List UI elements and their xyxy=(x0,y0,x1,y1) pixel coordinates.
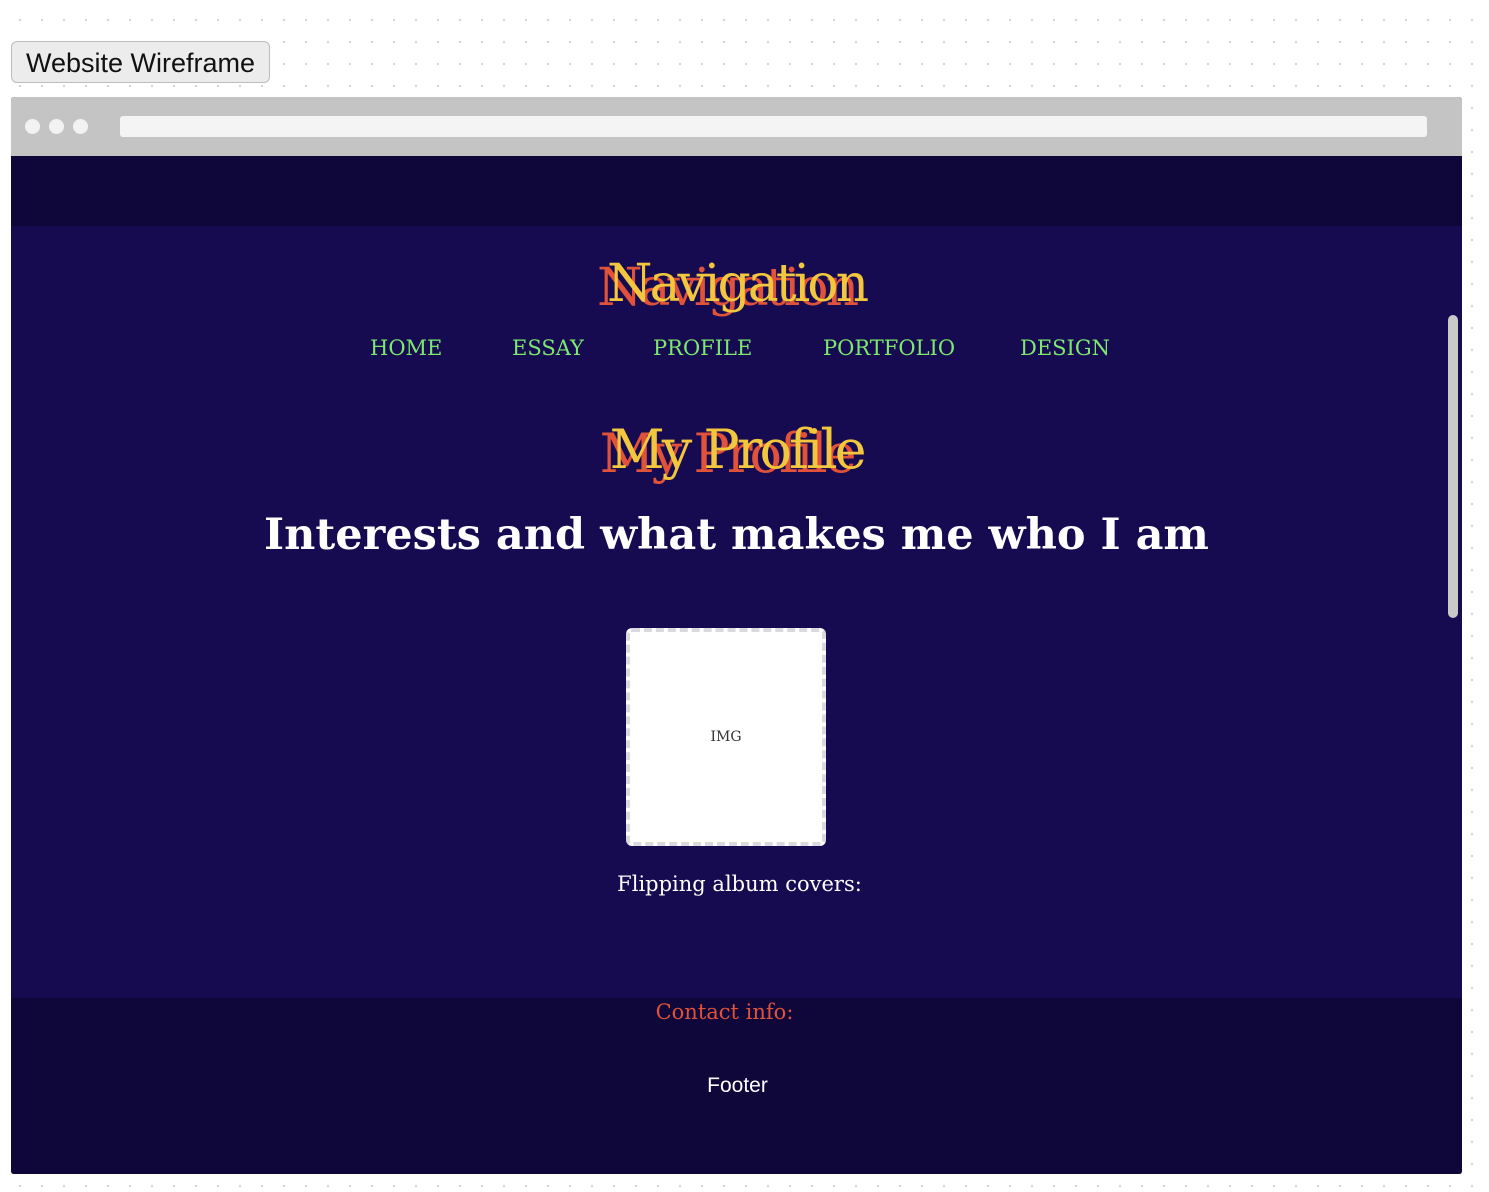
address-bar[interactable] xyxy=(120,116,1427,137)
album-covers-label: Flipping album covers: xyxy=(617,872,862,896)
page-title-text: My Profile xyxy=(609,418,866,481)
nav-link-profile[interactable]: PROFILE xyxy=(653,336,752,360)
contact-info-label: Contact info: xyxy=(655,1000,794,1024)
page-subtitle: Interests and what makes me who I am xyxy=(264,510,1209,560)
scrollbar-thumb[interactable] xyxy=(1448,315,1458,618)
header-band xyxy=(11,156,1462,226)
browser-window: Navigation Navigation HOME ESSAY PROFILE… xyxy=(11,97,1462,1174)
nav-link-home[interactable]: HOME xyxy=(370,336,442,360)
navigation-heading-text: Navigation xyxy=(606,254,869,314)
page-title: My Profile My Profile xyxy=(11,418,1462,485)
navigation-heading: Navigation Navigation xyxy=(11,254,1462,318)
window-maximize-dot[interactable] xyxy=(73,119,88,134)
nav-link-design[interactable]: DESIGN xyxy=(1020,336,1110,360)
image-placeholder: IMG xyxy=(626,628,826,846)
main-nav: HOME ESSAY PROFILE PORTFOLIO DESIGN xyxy=(11,336,1462,366)
footer-text: Footer xyxy=(707,1074,768,1097)
window-minimize-dot[interactable] xyxy=(49,119,64,134)
nav-link-portfolio[interactable]: PORTFOLIO xyxy=(823,336,955,360)
nav-link-essay[interactable]: ESSAY xyxy=(512,336,584,360)
wireframe-title-tag[interactable]: Website Wireframe xyxy=(11,41,271,83)
page-content: Navigation Navigation HOME ESSAY PROFILE… xyxy=(11,156,1462,1174)
image-placeholder-label: IMG xyxy=(710,729,742,745)
page-footer: Contact info: Footer xyxy=(11,998,1462,1174)
window-close-dot[interactable] xyxy=(25,119,40,134)
browser-toolbar xyxy=(11,97,1462,156)
